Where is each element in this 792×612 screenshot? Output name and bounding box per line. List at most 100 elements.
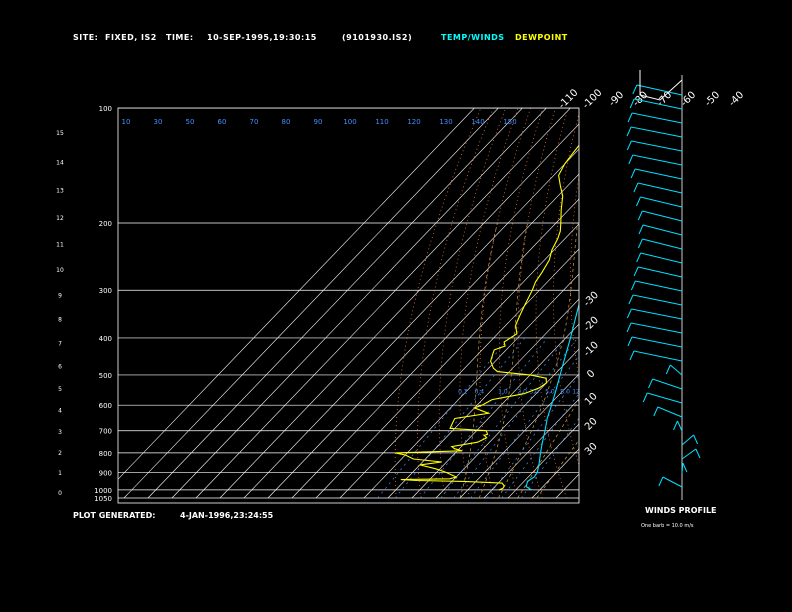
pressure-tick-label: 1000 — [94, 487, 112, 495]
height-km-tick: 7 — [58, 340, 62, 347]
wind-barb-flag — [638, 224, 644, 235]
pressure-tick-label: 400 — [99, 335, 112, 343]
height-km-tick: 10 — [56, 267, 64, 274]
dry-adiabat — [459, 108, 519, 499]
pressure-tick-label: 800 — [99, 450, 112, 458]
temp-tick-right: -10 — [582, 340, 601, 359]
pressure-tick-label: 700 — [99, 428, 112, 436]
wind-barb-flag — [627, 336, 633, 347]
isotherm-line — [123, 108, 499, 499]
isotherm-line — [147, 108, 523, 499]
temp-tick-top: -90 — [607, 90, 626, 109]
mixing-ratio-label: 5.0 — [545, 389, 555, 396]
dry-adiabat — [729, 108, 792, 498]
wind-barb-flag — [682, 462, 688, 473]
height-km-tick: 1 — [58, 470, 62, 477]
dry-adiabat — [717, 108, 792, 498]
wind-barb-flag — [693, 434, 699, 445]
dry-adiabat — [648, 108, 737, 498]
dry-adiabat — [498, 108, 544, 499]
isotherm-label-top: 130 — [439, 118, 452, 126]
dry-adiabat — [704, 108, 792, 498]
mixing-ratio-label: 0.2 — [458, 389, 468, 396]
height-km-tick: 15 — [56, 130, 64, 137]
pressure-tick-label: 1050 — [94, 495, 112, 503]
wind-barb-flag — [637, 210, 643, 221]
isotherm-line — [387, 298, 579, 499]
mixing-ratio-line — [521, 417, 579, 499]
isotherm-label-top: 140 — [471, 118, 484, 126]
wind-barb — [633, 350, 683, 362]
wind-barb-flag — [653, 406, 659, 417]
height-km-tick: 14 — [56, 159, 64, 166]
wind-barb-flag — [627, 112, 633, 123]
wind-barb — [637, 182, 683, 194]
wind-barb — [631, 140, 683, 152]
wind-barb — [669, 364, 683, 376]
isotherm-line — [243, 148, 579, 499]
mixing-ratio-label: 0.4 — [475, 389, 485, 396]
isotherm-line — [315, 223, 579, 499]
isotherm-line — [435, 348, 579, 499]
wind-barb-flag — [673, 420, 678, 431]
height-km-tick: 3 — [58, 429, 62, 436]
dry-adiabat — [603, 108, 664, 498]
temp-tick-right: 30 — [583, 441, 600, 458]
mixing-ratio-label: 8.0 — [560, 389, 570, 396]
height-km-tick: 5 — [58, 386, 62, 393]
mixing-ratio-label: 1.0 — [498, 389, 508, 396]
pressure-tick-label: 900 — [99, 469, 112, 477]
isotherm-label-top: 120 — [407, 118, 420, 126]
dry-adiabat — [690, 108, 792, 498]
wind-barb — [631, 112, 683, 124]
dry-adiabat — [663, 108, 762, 498]
temp-tick-right: 0 — [585, 368, 597, 380]
wind-barb — [681, 434, 694, 446]
isotherm-line — [118, 108, 475, 480]
wind-barb-flag — [626, 308, 632, 319]
wind-barb-flag — [630, 168, 636, 179]
wind-barb — [638, 266, 683, 278]
wind-barb-flag — [636, 196, 641, 207]
wind-barb-flag — [648, 378, 654, 389]
wind-barb — [642, 210, 683, 222]
wind-barb — [630, 322, 683, 334]
wind-barb — [635, 168, 683, 180]
wind-barb — [635, 280, 683, 292]
wind-barb — [632, 294, 683, 306]
pressure-tick-label: 500 — [99, 372, 112, 380]
isotherm-line — [507, 423, 579, 499]
temp-tick-right: 20 — [583, 416, 600, 433]
wind-barb-flag — [665, 364, 671, 375]
height-km-tick: 8 — [58, 317, 62, 324]
dry-adiabat — [438, 108, 507, 499]
pressure-tick-label: 200 — [99, 220, 112, 228]
height-km-tick: 2 — [58, 450, 62, 457]
wind-barb — [662, 476, 683, 488]
wind-barb-flag — [629, 350, 635, 361]
wind-barb — [640, 196, 683, 208]
mixing-ratio-line — [453, 337, 578, 499]
isotherm-label-top: 60 — [218, 118, 227, 126]
wind-barb — [640, 252, 683, 264]
wind-barb-flag — [626, 322, 632, 333]
wind-barb-flag — [632, 84, 638, 95]
height-km-tick: 11 — [56, 241, 64, 248]
isotherm-label-top: 70 — [250, 118, 259, 126]
temp-tick-top: -100 — [581, 87, 605, 111]
wind-barb-flag — [626, 126, 632, 137]
isotherm-label-top: 50 — [186, 118, 195, 126]
pressure-tick-label: 100 — [99, 105, 112, 113]
wind-barb-flag — [630, 280, 636, 291]
isotherm-line — [411, 323, 579, 499]
moist-adiabat — [459, 222, 498, 499]
wind-barb — [657, 406, 683, 418]
isotherm-label-top: 90 — [314, 118, 323, 126]
isotherm-label-top: 150 — [503, 118, 516, 126]
wind-barb — [632, 154, 683, 166]
wind-barb-flag — [628, 154, 634, 165]
mixing-ratio-line — [501, 393, 579, 499]
wind-barb-flag — [637, 238, 643, 249]
wind-barb — [677, 420, 683, 432]
isotherm-label-top: 80 — [282, 118, 291, 126]
